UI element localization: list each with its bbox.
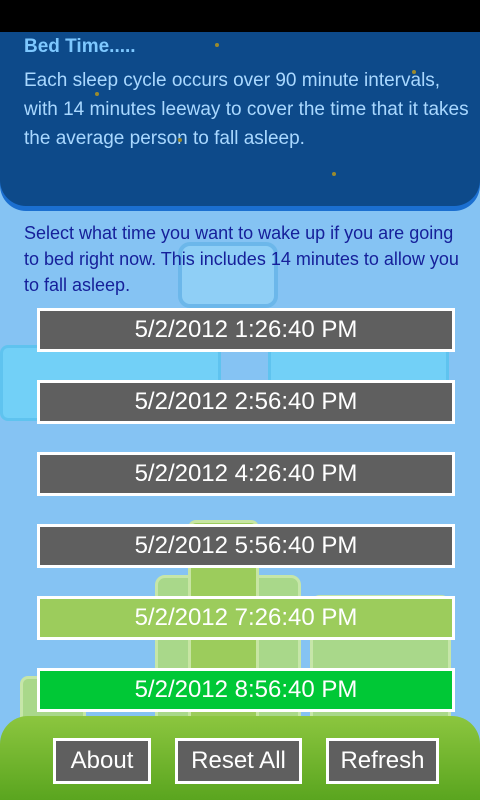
wake-time-button[interactable]: 5/2/2012 7:26:40 PM xyxy=(37,596,455,640)
wake-time-button[interactable]: 5/2/2012 1:26:40 PM xyxy=(37,308,455,352)
star-dot xyxy=(215,43,219,47)
info-panel: Bed Time..... Each sleep cycle occurs ov… xyxy=(0,32,480,206)
wake-time-button[interactable]: 5/2/2012 8:56:40 PM xyxy=(37,668,455,712)
wake-time-button[interactable]: 5/2/2012 5:56:40 PM xyxy=(37,524,455,568)
wake-time-button[interactable]: 5/2/2012 4:26:40 PM xyxy=(37,452,455,496)
star-dot xyxy=(412,70,416,74)
status-bar xyxy=(0,0,480,32)
reset-all-button[interactable]: Reset All xyxy=(175,738,302,784)
about-button[interactable]: About xyxy=(53,738,151,784)
wake-time-prompt: Select what time you want to wake up if … xyxy=(24,223,459,295)
refresh-button[interactable]: Refresh xyxy=(326,738,439,784)
wake-time-button[interactable]: 5/2/2012 2:56:40 PM xyxy=(37,380,455,424)
star-dot xyxy=(178,138,182,142)
star-dot xyxy=(95,92,99,96)
star-dot xyxy=(332,172,336,176)
info-text: Each sleep cycle occurs over 90 minute i… xyxy=(24,70,469,149)
info-title: Bed Time..... xyxy=(24,36,136,57)
